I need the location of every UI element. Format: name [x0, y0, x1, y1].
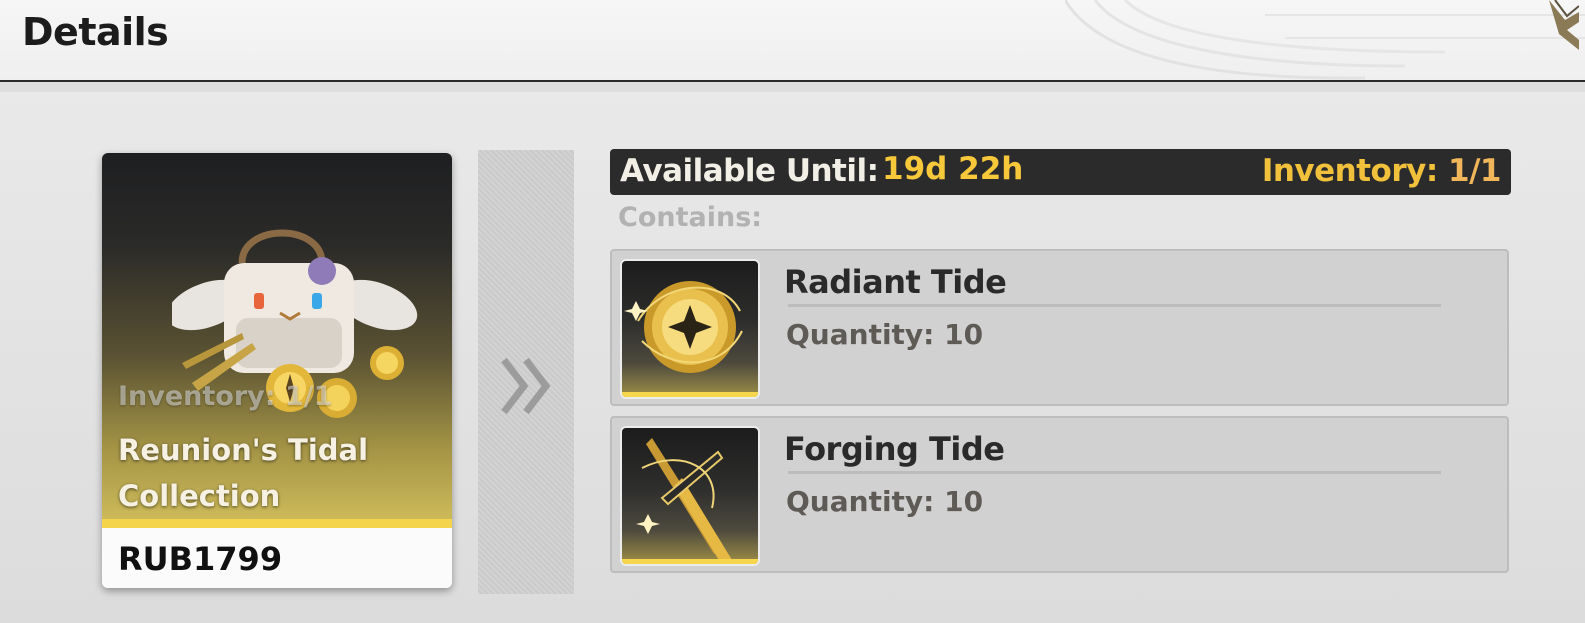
item-divider: [788, 471, 1441, 474]
thumb-accent-line: [622, 392, 758, 397]
availability-bar: Available Until: 19d 22h Inventory: 1/1: [610, 149, 1511, 195]
item-thumbnail: [622, 428, 758, 564]
radiant-tide-orb-icon: [624, 281, 743, 373]
item-thumbnail: [622, 261, 758, 397]
price-area[interactable]: RUB1799: [102, 528, 452, 588]
thumb-accent-line: [622, 559, 758, 564]
inventory-label: Inventory:: [1261, 153, 1438, 189]
header-decoration: [1065, 0, 1585, 80]
item-name: Radiant Tide: [784, 263, 1007, 301]
double-chevron-right-icon: [501, 357, 551, 415]
package-accent-bar: [102, 519, 452, 528]
package-name: Reunion's Tidal Collection: [118, 433, 369, 513]
inventory-value: 1/1: [1448, 153, 1501, 189]
item-card[interactable]: Radiant Tide Quantity: 10: [610, 249, 1509, 406]
item-name: Forging Tide: [784, 430, 1005, 468]
contains-label: Contains:: [618, 202, 763, 233]
item-quantity: Quantity: 10: [786, 485, 984, 518]
package-inventory: Inventory: 1/1: [118, 381, 333, 412]
item-card[interactable]: Forging Tide Quantity: 10: [610, 416, 1509, 573]
inventory-status: Inventory: 1/1: [1261, 153, 1502, 189]
available-until-value: 19d 22h: [882, 151, 1024, 187]
header: Details: [0, 0, 1585, 82]
item-quantity: Quantity: 10: [786, 318, 984, 351]
close-chevron-icon[interactable]: [1545, 0, 1579, 58]
package-price: RUB1799: [118, 540, 283, 578]
available-until-label: Available Until:: [620, 153, 879, 189]
package-card[interactable]: Inventory: 1/1 Reunion's Tidal Collectio…: [102, 153, 452, 588]
item-divider: [788, 304, 1441, 307]
page-title: Details: [22, 10, 169, 54]
forging-tide-blade-icon: [636, 438, 732, 562]
